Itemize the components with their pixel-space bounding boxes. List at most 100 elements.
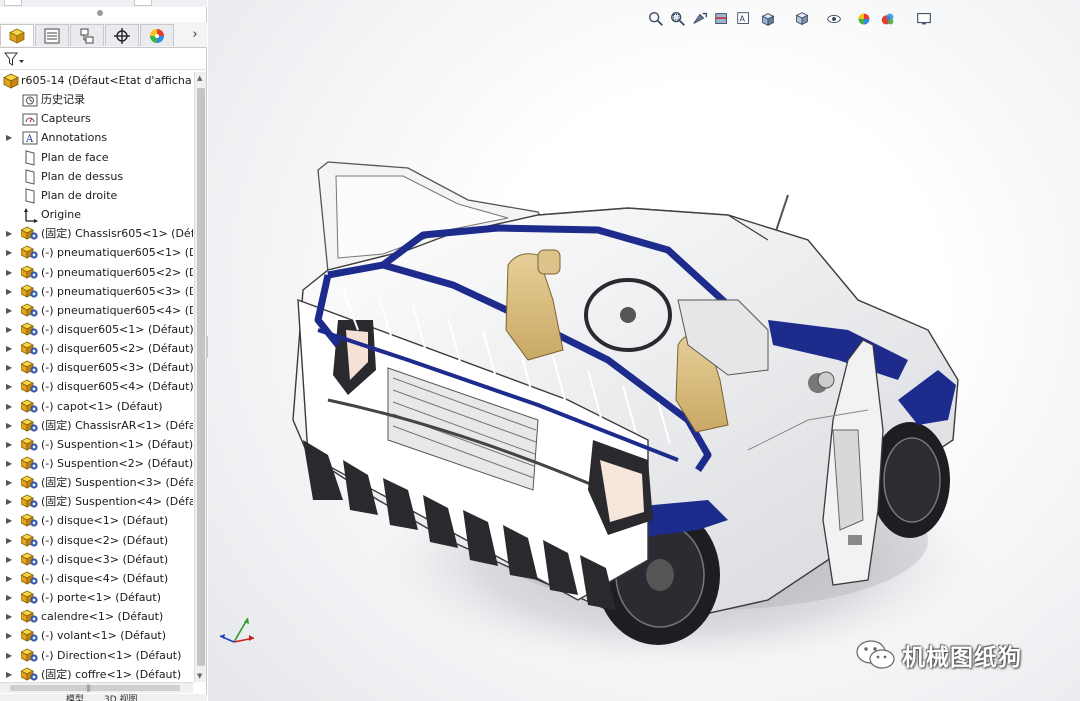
tree-item[interactable]: ▶ (-) Suspention<2> (Défaut) — [0, 455, 193, 474]
tabs-more-arrow[interactable]: › — [187, 25, 203, 45]
tab-dimxpert-manager[interactable] — [105, 24, 139, 46]
tree-item-label: (-) Direction<1> (Défaut) — [41, 648, 182, 662]
tab-configuration-manager[interactable] — [70, 24, 104, 46]
tree-item-label: (-) pneumatiquer605<3> (Déf — [41, 284, 193, 298]
tree-item[interactable]: ▶ (-) porte<1> (Défaut) — [0, 589, 193, 608]
plane-icon — [21, 188, 39, 204]
expand-arrow-icon[interactable]: ▶ — [6, 287, 14, 297]
tree-item[interactable]: ▶ (-) pneumatiquer605<1> (Déf — [0, 244, 193, 263]
tree-item[interactable]: ▶ A Annotations — [0, 129, 193, 148]
tree-item-label: (固定) Suspention<4> (Défaut) — [41, 495, 193, 509]
expand-arrow-icon[interactable]: ▶ — [6, 593, 14, 603]
tree-horizontal-scrollbar[interactable]: ||| — [0, 682, 193, 693]
expand-arrow-icon[interactable]: ▶ — [6, 248, 14, 258]
tree-item[interactable]: ▶ (-) disquer605<4> (Défaut) — [0, 378, 193, 397]
tree-item[interactable]: ▶ (固定) Chassisr605<1> (Défaut — [0, 225, 193, 244]
tree-item[interactable]: ▶ (-) disquer605<3> (Défaut) — [0, 359, 193, 378]
tree-item[interactable]: Plan de face — [0, 149, 193, 168]
expand-arrow-icon[interactable]: ▶ — [6, 536, 14, 546]
tree-item[interactable]: ▶ (-) capot<1> (Défaut) — [0, 398, 193, 417]
part-icon — [20, 360, 39, 376]
history-folder-icon — [21, 92, 39, 108]
tree-item[interactable]: Origine — [0, 206, 193, 225]
tree-item[interactable]: ▶ (固定) Suspention<3> (Défaut) — [0, 474, 193, 493]
expand-arrow-icon[interactable]: ▶ — [6, 497, 14, 507]
expand-arrow-icon[interactable]: ▶ — [6, 516, 14, 526]
tree-item-label: Plan de face — [41, 150, 109, 164]
tab-display-manager[interactable] — [140, 24, 174, 46]
scroll-thumb[interactable] — [197, 88, 205, 666]
svg-text:A: A — [25, 134, 34, 145]
expand-arrow-icon[interactable]: ▶ — [6, 344, 14, 354]
tree-root-assembly[interactable]: r605-14 (Défaut<Etat d'affichage- — [0, 72, 193, 91]
car-3d-model[interactable] — [208, 0, 1080, 701]
part-icon — [20, 552, 39, 568]
document-tab-stub[interactable] — [4, 0, 22, 6]
expand-arrow-icon[interactable]: ▶ — [6, 306, 14, 316]
tab-feature-manager[interactable] — [0, 24, 34, 46]
document-tab-stub[interactable] — [134, 0, 152, 6]
tree-item[interactable]: ▶ (-) pneumatiquer605<2> (Déf — [0, 264, 193, 283]
part-icon — [20, 648, 39, 664]
assembly-icon — [2, 73, 20, 89]
tree-item-label: Plan de dessus — [41, 169, 124, 183]
part-icon — [20, 513, 39, 529]
tree-item-label: (-) disquer605<1> (Défaut) — [41, 322, 193, 336]
tree-item[interactable]: ▶ (固定) coffre<1> (Défaut) — [0, 666, 193, 682]
tree-item[interactable]: Plan de droite — [0, 187, 193, 206]
tree-item[interactable]: ▶ (-) pneumatiquer605<3> (Déf — [0, 283, 193, 302]
tree-item[interactable]: ▶ (-) disquer605<2> (Défaut) — [0, 340, 193, 359]
expand-arrow-icon[interactable]: ▶ — [6, 574, 14, 584]
tree-item[interactable]: ▶ (-) disquer605<1> (Défaut) — [0, 321, 193, 340]
panel-grip-handle[interactable] — [97, 10, 103, 16]
expand-arrow-icon[interactable]: ▶ — [6, 363, 14, 373]
expand-arrow-icon[interactable]: ▶ — [6, 478, 14, 488]
tree-item-label: (-) Suspention<2> (Défaut) — [41, 457, 193, 470]
tree-item-label: (-) disquer605<4> (Défaut) — [41, 380, 193, 394]
tree-item[interactable]: ▶ (固定) Suspention<4> (Défaut) — [0, 493, 193, 512]
expand-arrow-icon[interactable]: ▶ — [6, 268, 14, 278]
tree-item[interactable]: Plan de dessus — [0, 168, 193, 187]
graphics-viewport[interactable]: A 机械图纸狗 — [208, 0, 1080, 701]
expand-arrow-icon[interactable]: ▶ — [6, 325, 14, 335]
expand-arrow-icon[interactable]: ▶ — [6, 555, 14, 565]
expand-arrow-icon[interactable]: ▶ — [6, 651, 14, 661]
expand-arrow-icon[interactable]: ▶ — [6, 229, 14, 239]
expand-arrow-icon[interactable]: ▶ — [6, 631, 14, 641]
tree-item[interactable]: ▶ (-) Direction<1> (Défaut) — [0, 647, 193, 666]
tree-item[interactable]: ▶ (-) disque<2> (Défaut) — [0, 532, 193, 551]
sensor-folder-icon — [21, 111, 39, 127]
tree-item[interactable]: ▶ (-) disque<4> (Défaut) — [0, 570, 193, 589]
tab-model[interactable]: 模型 — [66, 692, 84, 701]
tree-item[interactable]: ▶ (固定) ChassisrAR<1> (Défaut) — [0, 417, 193, 436]
expand-arrow-icon[interactable]: ▶ — [6, 612, 14, 622]
appearance-wheel-icon — [150, 28, 164, 43]
part-icon — [20, 322, 39, 338]
expand-arrow-icon[interactable]: ▶ — [6, 440, 14, 450]
tree-item[interactable]: Capteurs — [0, 110, 193, 129]
expand-arrow-icon[interactable]: ▶ — [6, 382, 14, 392]
tree-item[interactable]: ▶ calendre<1> (Défaut) — [0, 608, 193, 627]
tree-item[interactable]: ▶ (-) Suspention<1> (Défaut) — [0, 436, 193, 455]
scroll-thumb[interactable] — [10, 685, 180, 691]
tree-item[interactable]: ▶ (-) volant<1> (Défaut) — [0, 627, 193, 646]
tree-item[interactable]: 历史记录 — [0, 91, 193, 110]
expand-arrow-icon[interactable]: ▶ — [6, 670, 14, 680]
tab-property-manager[interactable] — [35, 24, 69, 46]
tree-item[interactable]: ▶ (-) pneumatiquer605<4> (Déf — [0, 302, 193, 321]
scroll-up-arrow[interactable]: ▲ — [197, 74, 205, 82]
expand-arrow-icon[interactable]: ▶ — [6, 402, 14, 412]
plane-icon — [21, 149, 39, 166]
tree-item-label: (-) capot<1> (Défaut) — [41, 399, 163, 413]
part-icon — [20, 265, 39, 281]
filter-icon[interactable] — [4, 51, 26, 67]
tree-item[interactable]: ▶ (-) disque<1> (Défaut) — [0, 512, 193, 531]
expand-arrow-icon[interactable]: ▶ — [6, 421, 14, 431]
expand-arrow-icon[interactable]: ▶ — [6, 459, 14, 469]
scroll-down-arrow[interactable]: ▼ — [197, 672, 205, 680]
tree-vertical-scrollbar[interactable]: ▲ ▼ — [194, 72, 206, 682]
tab-3d-view[interactable]: 3D 视图 — [104, 692, 138, 701]
expand-arrow-icon[interactable]: ▶ — [6, 133, 14, 143]
tree-item[interactable]: ▶ (-) disque<3> (Défaut) — [0, 551, 193, 570]
property-list-icon — [44, 28, 60, 43]
